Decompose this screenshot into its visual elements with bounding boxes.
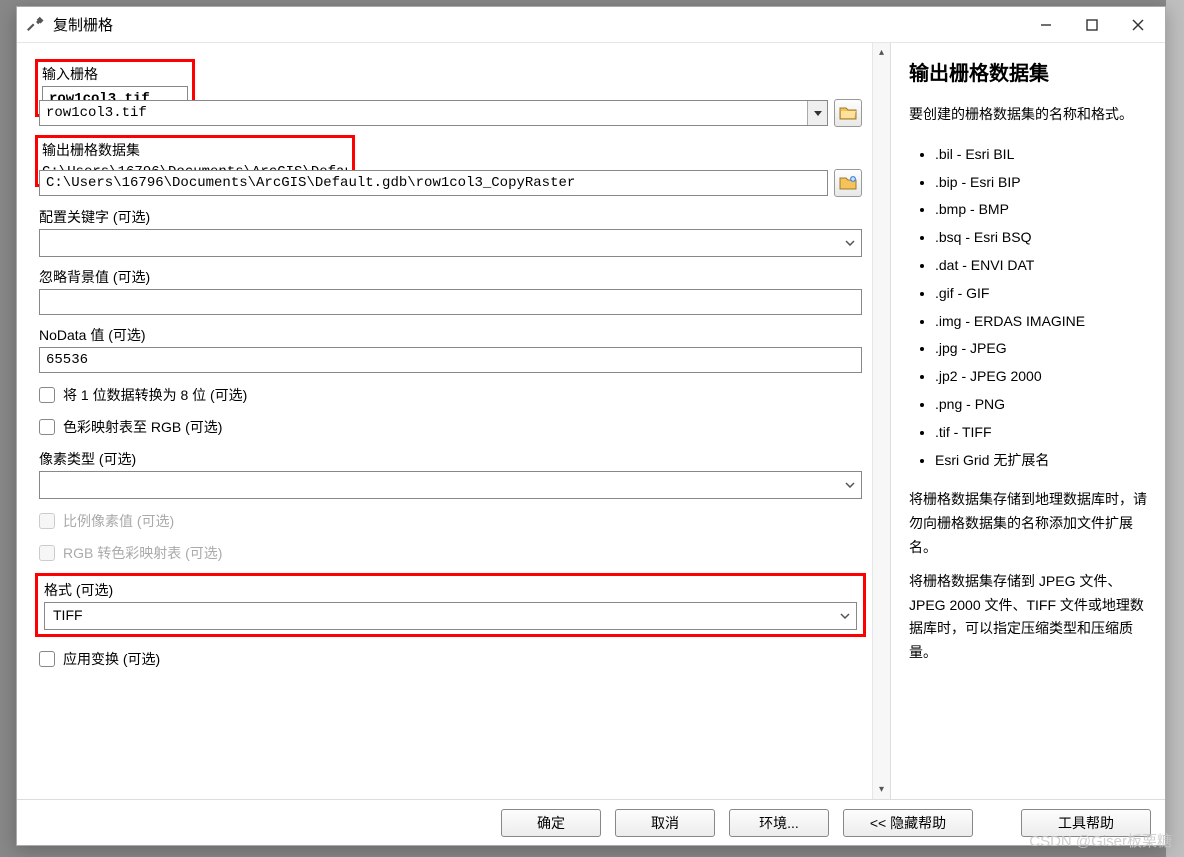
field-input-raster: 输入栅格 (39, 59, 862, 127)
list-item: .gif - GIF (935, 282, 1147, 306)
folder-add-icon (839, 175, 857, 191)
nodata-input[interactable] (39, 347, 862, 373)
list-item: .bip - Esri BIP (935, 171, 1147, 195)
label-pixel-type: 像素类型 (可选) (39, 449, 862, 469)
field-format: 格式 (可选) TIFF (44, 580, 857, 630)
help-format-list: .bil - Esri BIL .bip - Esri BIP .bmp - B… (909, 143, 1147, 473)
form-pane: 输入栅格 (17, 43, 891, 799)
help-note2: 将栅格数据集存储到 JPEG 文件、JPEG 2000 文件、TIFF 文件或地… (909, 570, 1147, 665)
vertical-scrollbar[interactable]: ▴ ▾ (872, 43, 890, 799)
input-raster-dropdown[interactable] (807, 101, 827, 125)
close-icon (1132, 19, 1144, 31)
folder-open-icon (839, 105, 857, 121)
help-pane: 输出栅格数据集 要创建的栅格数据集的名称和格式。 .bil - Esri BIL… (891, 43, 1165, 799)
highlight-format: 格式 (可选) TIFF (35, 573, 866, 637)
checkbox-icon (39, 387, 55, 403)
minimize-icon (1040, 19, 1052, 31)
scroll-down-icon[interactable]: ▾ (879, 784, 884, 795)
pixel-type-select[interactable] (39, 471, 862, 499)
output-raster-input[interactable] (39, 170, 828, 196)
form-scroll: 输入栅格 (17, 43, 872, 799)
field-pixel-type: 像素类型 (可选) (39, 449, 862, 499)
format-select[interactable]: TIFF (44, 602, 857, 630)
maximize-icon (1086, 19, 1098, 31)
help-note1: 将栅格数据集存储到地理数据库时，请勿向栅格数据集的名称添加文件扩展名。 (909, 488, 1147, 559)
label-config-keyword: 配置关键字 (可选) (39, 207, 862, 227)
close-button[interactable] (1115, 10, 1161, 40)
format-dropdown[interactable] (834, 603, 856, 629)
list-item: .bil - Esri BIL (935, 143, 1147, 167)
chk-colormap-rgb[interactable]: 色彩映射表至 RGB (可选) (39, 417, 862, 437)
input-raster-combo-full (39, 100, 828, 126)
list-item: .dat - ENVI DAT (935, 254, 1147, 278)
cancel-button[interactable]: 取消 (615, 809, 715, 837)
config-keyword-select[interactable] (39, 229, 862, 257)
label-input-raster: 输入栅格 (42, 64, 188, 84)
checkbox-icon (39, 651, 55, 667)
checkbox-icon (39, 545, 55, 561)
config-keyword-dropdown[interactable] (839, 230, 861, 256)
list-item: .img - ERDAS IMAGINE (935, 310, 1147, 334)
main-area: 输入栅格 (17, 43, 1165, 799)
titlebar: 复制栅格 (17, 7, 1165, 43)
ok-button[interactable]: 确定 (501, 809, 601, 837)
maximize-button[interactable] (1069, 10, 1115, 40)
label-ignore-bg: 忽略背景值 (可选) (39, 267, 862, 287)
pixel-type-value (40, 472, 839, 498)
field-ignore-bg: 忽略背景值 (可选) (39, 267, 862, 315)
chevron-down-icon (814, 111, 822, 116)
label-nodata: NoData 值 (可选) (39, 325, 862, 345)
list-item: Esri Grid 无扩展名 (935, 449, 1147, 473)
chevron-down-icon (840, 613, 850, 619)
label-output-raster: 输出栅格数据集 (42, 140, 348, 160)
help-intro: 要创建的栅格数据集的名称和格式。 (909, 103, 1147, 127)
window-controls (1023, 10, 1161, 40)
chk-colormap-rgb-label: 色彩映射表至 RGB (可选) (63, 417, 222, 437)
chk-scale-pixel-label: 比例像素值 (可选) (63, 511, 174, 531)
browse-input-raster[interactable] (834, 99, 862, 127)
scroll-up-icon[interactable]: ▴ (879, 47, 884, 58)
minimize-button[interactable] (1023, 10, 1069, 40)
hammer-icon (27, 16, 45, 34)
chevron-down-icon (845, 240, 855, 246)
chk-rgb-to-colormap: RGB 转色彩映射表 (可选) (39, 543, 862, 563)
chk-apply-transform[interactable]: 应用变换 (可选) (39, 649, 862, 669)
list-item: .tif - TIFF (935, 421, 1147, 445)
label-format: 格式 (可选) (44, 580, 857, 600)
chk-1to8[interactable]: 将 1 位数据转换为 8 位 (可选) (39, 385, 862, 405)
list-item: .bsq - Esri BSQ (935, 226, 1147, 250)
checkbox-icon (39, 513, 55, 529)
window-title: 复制栅格 (53, 14, 1023, 35)
footer: 确定 取消 环境... << 隐藏帮助 工具帮助 (17, 799, 1165, 845)
format-value: TIFF (45, 603, 834, 629)
list-item: .jpg - JPEG (935, 337, 1147, 361)
list-item: .jp2 - JPEG 2000 (935, 365, 1147, 389)
checkbox-icon (39, 419, 55, 435)
ignore-bg-input[interactable] (39, 289, 862, 315)
output-raster-row (39, 169, 862, 197)
dialog-window: 复制栅格 输入栅格 (16, 6, 1166, 846)
list-item: .png - PNG (935, 393, 1147, 417)
input-raster-input[interactable] (40, 101, 807, 125)
pixel-type-dropdown[interactable] (839, 472, 861, 498)
help-title: 输出栅格数据集 (909, 57, 1147, 91)
chevron-down-icon (845, 482, 855, 488)
chk-1to8-label: 将 1 位数据转换为 8 位 (可选) (63, 385, 247, 405)
field-nodata: NoData 值 (可选) (39, 325, 862, 373)
list-item: .bmp - BMP (935, 198, 1147, 222)
tool-help-button[interactable]: 工具帮助 (1021, 809, 1151, 837)
chk-rgb-to-colormap-label: RGB 转色彩映射表 (可选) (63, 543, 222, 563)
field-output-raster: 输出栅格数据集 C:\Users\16796\Documents\ArcGIS\… (39, 135, 862, 197)
env-button[interactable]: 环境... (729, 809, 829, 837)
input-raster-row (39, 99, 862, 127)
chk-scale-pixel: 比例像素值 (可选) (39, 511, 862, 531)
chk-apply-transform-label: 应用变换 (可选) (63, 649, 160, 669)
browse-output-raster[interactable] (834, 169, 862, 197)
config-keyword-value (40, 230, 839, 256)
hide-help-button[interactable]: << 隐藏帮助 (843, 809, 973, 837)
field-config-keyword: 配置关键字 (可选) (39, 207, 862, 257)
